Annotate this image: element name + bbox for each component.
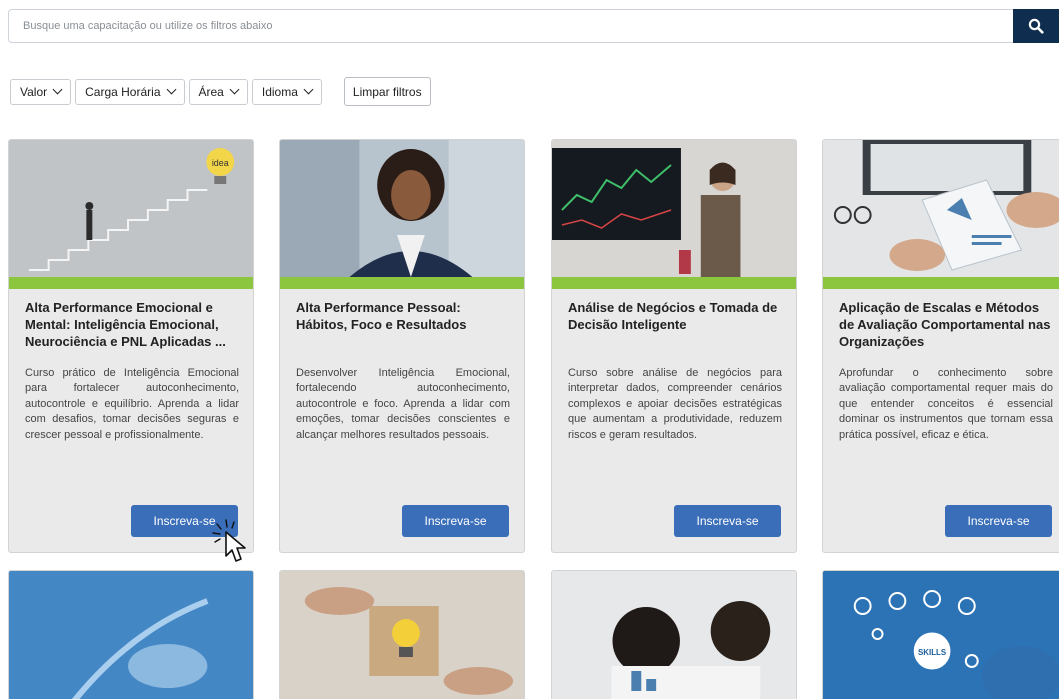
filter-bar: Valor Carga Horária Área Idioma Limpar f… <box>10 77 431 106</box>
course-card[interactable] <box>8 570 254 699</box>
clear-filters-button[interactable]: Limpar filtros <box>343 77 431 106</box>
course-image <box>9 571 253 699</box>
course-description: Desenvolver Inteligência Emocional, fort… <box>296 367 510 441</box>
course-card[interactable]: SKILLS <box>822 570 1059 699</box>
course-image: idea <box>9 140 253 277</box>
course-image: SKILLS <box>823 571 1059 699</box>
enroll-button[interactable]: Inscreva-se <box>131 505 238 537</box>
course-image <box>552 571 796 699</box>
svg-text:SKILLS: SKILLS <box>918 648 946 657</box>
accent-bar <box>552 277 796 289</box>
chevron-down-icon <box>229 84 240 95</box>
course-description: Curso prático de Inteligência Emocional … <box>25 367 239 441</box>
course-card[interactable]: Análise de Negócios e Tomada de Decisão … <box>551 139 797 553</box>
filter-label: Valor <box>20 84 48 99</box>
chevron-down-icon <box>303 84 314 95</box>
search-icon <box>1028 18 1044 34</box>
filter-label: Carga Horária <box>85 84 161 99</box>
filter-label: Área <box>198 84 224 99</box>
enroll-button[interactable]: Inscreva-se <box>402 505 509 537</box>
course-image <box>280 571 524 699</box>
filter-area[interactable]: Área <box>188 78 248 105</box>
course-image <box>552 140 796 277</box>
filter-label: Idioma <box>261 84 298 99</box>
svg-text:idea: idea <box>212 158 229 168</box>
accent-bar <box>823 277 1059 289</box>
filter-carga-horaria[interactable]: Carga Horária <box>75 78 185 105</box>
course-title: Alta Performance Pessoal: Hábitos, Foco … <box>296 300 467 332</box>
filter-valor[interactable]: Valor <box>10 78 72 105</box>
course-title: Alta Performance Emocional e Mental: Int… <box>25 300 226 349</box>
chevron-down-icon <box>52 84 63 95</box>
course-title: Análise de Negócios e Tomada de Decisão … <box>568 300 778 332</box>
accent-bar <box>9 277 253 289</box>
search-input[interactable] <box>8 9 1013 43</box>
accent-bar <box>280 277 524 289</box>
course-card[interactable]: Alta Performance Pessoal: Hábitos, Foco … <box>279 139 525 553</box>
course-description: Aprofundar o conhecimento sobre avaliaçã… <box>839 367 1053 441</box>
course-card[interactable]: idea Alta Performance Emocional e Mental… <box>8 139 254 553</box>
course-image <box>823 140 1059 277</box>
course-description: Curso sobre análise de negócios para int… <box>568 367 782 441</box>
course-image <box>280 140 524 277</box>
course-card[interactable]: Aplicação de Escalas e Métodos de Avalia… <box>822 139 1059 553</box>
filter-idioma[interactable]: Idioma <box>251 78 322 105</box>
search-button[interactable] <box>1013 9 1059 43</box>
chevron-down-icon <box>166 84 176 95</box>
search-bar <box>8 9 1059 43</box>
course-card[interactable] <box>551 570 797 699</box>
course-card[interactable] <box>279 570 525 699</box>
course-title: Aplicação de Escalas e Métodos de Avalia… <box>839 300 1051 349</box>
enroll-button[interactable]: Inscreva-se <box>945 505 1052 537</box>
enroll-button[interactable]: Inscreva-se <box>674 505 781 537</box>
